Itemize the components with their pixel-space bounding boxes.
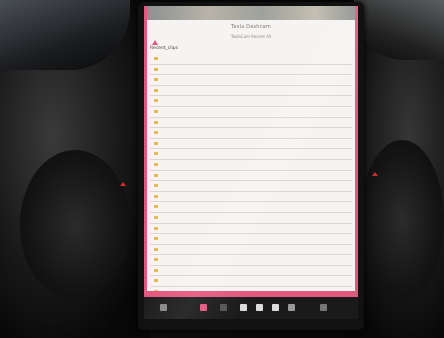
folder-icon [154,247,158,251]
folder-icon [154,67,158,71]
folder-icon [154,141,158,145]
file-row[interactable] [150,234,352,245]
file-row[interactable] [150,245,352,256]
alert-icon[interactable] [152,40,158,45]
file-row[interactable] [150,86,352,97]
folder-icon [154,226,158,230]
right-seat [360,140,444,300]
folder-icon [154,215,158,219]
file-row[interactable] [150,139,352,150]
accent-border-right [355,6,358,319]
file-row[interactable] [150,75,352,86]
touchscreen[interactable]: Tesla Dashcam TeslaCam Recent All Recent… [144,6,358,319]
folder-icon [154,88,158,92]
folder-icon [154,120,158,124]
bottom-dock [144,297,358,319]
file-row[interactable] [150,276,352,288]
file-row[interactable] [150,255,352,266]
file-row[interactable] [150,65,352,76]
folder-label: Recent_clips [150,46,178,51]
accent-border-left [144,6,147,319]
file-row[interactable] [150,202,352,213]
file-row[interactable] [150,266,352,277]
folder-icon [154,131,158,135]
app-icon[interactable] [288,304,295,311]
file-row[interactable] [150,54,352,65]
file-row[interactable] [150,192,352,203]
app-icon[interactable] [256,304,263,311]
app-icon[interactable] [240,304,247,311]
folder-icon [154,78,158,82]
page-subtitle: TeslaCam Recent All [230,34,272,39]
file-row[interactable] [150,160,352,171]
folder-icon [154,184,158,188]
car-interior-photo: Tesla Dashcam TeslaCam Recent All Recent… [0,0,444,338]
file-row[interactable] [150,149,352,160]
folder-icon [154,152,158,156]
file-row[interactable] [150,96,352,107]
folder-icon [154,258,158,262]
file-row[interactable] [150,181,352,192]
folder-icon [154,99,158,103]
folder-icon [154,194,158,198]
folder-icon [154,268,158,272]
left-seat [20,150,130,300]
folder-icon [154,205,158,209]
folder-icon [154,162,158,166]
file-row[interactable] [150,213,352,224]
file-row[interactable] [150,107,352,118]
map-preview[interactable] [144,6,358,20]
file-list [150,54,352,309]
file-row[interactable] [150,224,352,235]
app-icon[interactable] [200,304,207,311]
folder-icon [154,109,158,113]
folder-icon [154,57,158,60]
app-icon[interactable] [272,304,279,311]
folder-icon [154,173,158,177]
volume-icon[interactable] [320,304,327,311]
hazard-icon [120,182,126,186]
file-row[interactable] [150,118,352,129]
folder-icon [154,237,158,241]
folder-icon [154,279,158,283]
file-row[interactable] [150,128,352,139]
app-icon[interactable] [220,304,227,311]
page-title: Tesla Dashcam [231,24,271,30]
file-row[interactable] [150,171,352,182]
hazard-icon [372,172,378,176]
car-icon[interactable] [160,304,167,311]
